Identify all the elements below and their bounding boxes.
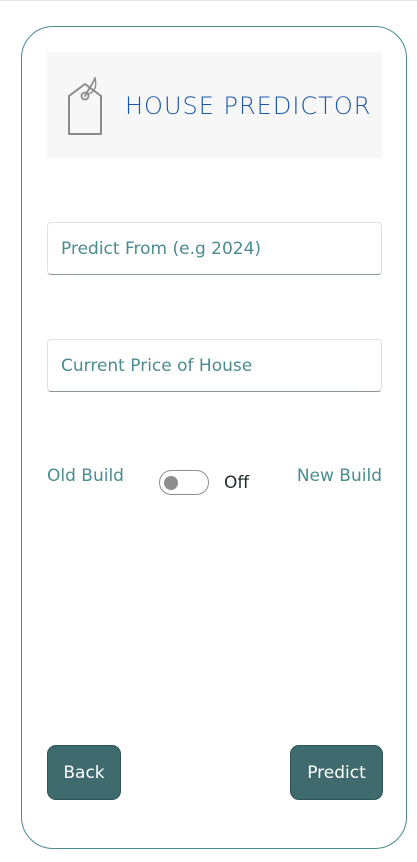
predict-button[interactable]: Predict: [290, 745, 383, 800]
logo-banner: HOUSE PREDICTOR: [47, 52, 382, 158]
price-tag-icon: [68, 77, 102, 135]
top-divider: [0, 0, 417, 1]
new-build-label: New Build: [296, 466, 382, 486]
build-type-toggle[interactable]: [159, 470, 209, 495]
toggle-state-label: Off: [224, 473, 250, 493]
toggle-knob: [164, 475, 178, 490]
back-button[interactable]: Back: [47, 745, 121, 800]
current-price-input[interactable]: [47, 339, 382, 392]
predict-from-year-input[interactable]: [47, 222, 382, 275]
old-build-label: Old Build: [47, 466, 124, 486]
app-title: HOUSE PREDICTOR: [125, 92, 372, 120]
